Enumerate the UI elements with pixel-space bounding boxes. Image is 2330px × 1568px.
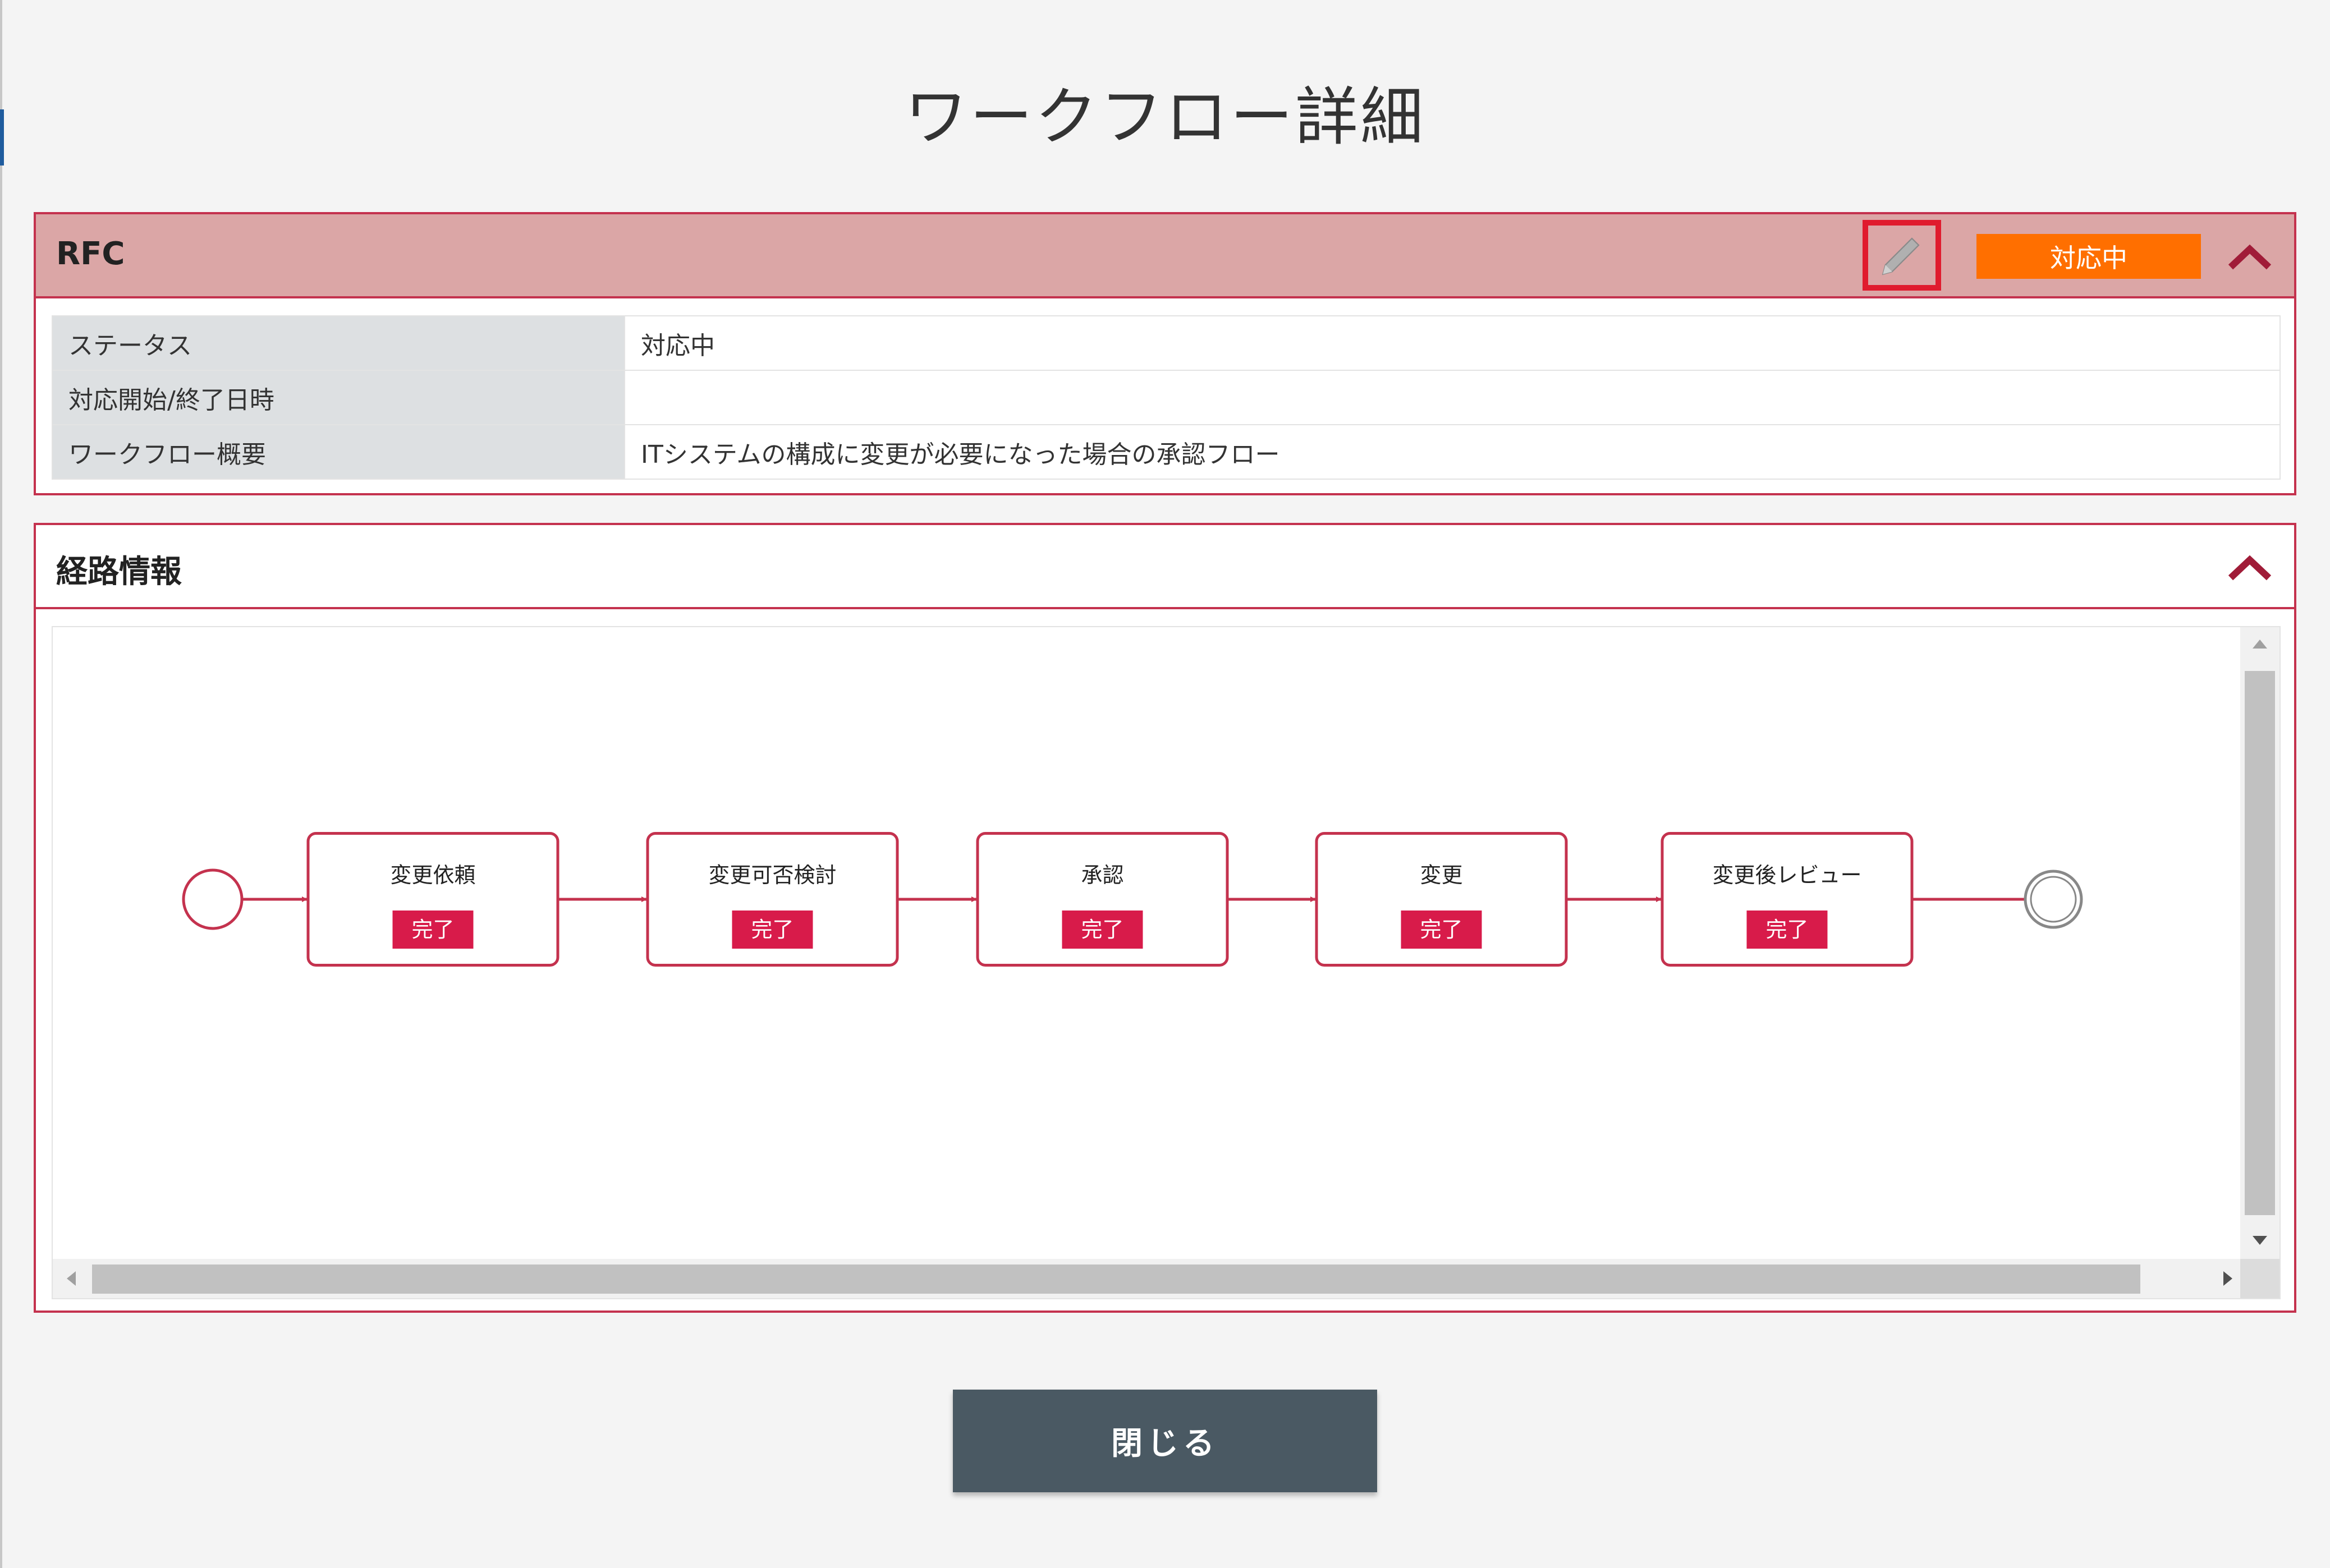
workflow-step-label: 変更依頼 — [390, 863, 475, 888]
close-button[interactable]: 閉じる — [953, 1390, 1377, 1492]
pencil-icon — [1882, 237, 1920, 275]
chevron-up-icon — [2228, 244, 2272, 270]
workflow-diagram: 変更依頼完了変更可否検討完了承認完了変更完了変更後レビュー完了 — [182, 832, 2083, 967]
step-status-label: 完了 — [411, 917, 454, 942]
vertical-scroll-thumb[interactable] — [2245, 671, 2275, 1215]
start-event — [182, 868, 244, 930]
table-row: ワークフロー概要 ITシステムの構成に変更が必要になった場合の承認フロー — [52, 424, 2281, 480]
step-status-label: 完了 — [1081, 917, 1123, 942]
rfc-panel-title: RFC — [56, 236, 125, 272]
period-key: 対応開始/終了日時 — [52, 370, 625, 425]
period-value — [624, 370, 2281, 425]
route-panel-title: 経路情報 — [56, 554, 182, 590]
table-row: 対応開始/終了日時 — [52, 370, 2281, 425]
summary-value: ITシステムの構成に変更が必要になった場合の承認フロー — [624, 424, 2281, 480]
rfc-panel: RFC 対応中 ステータス 対応中 対応開始/終了日時 ワークフロー概要 ITシ… — [34, 212, 2296, 495]
rfc-info-table: ステータス 対応中 対応開始/終了日時 ワークフロー概要 ITシステムの構成に変… — [52, 315, 2281, 480]
status-value: 対応中 — [624, 315, 2281, 371]
scroll-right-icon[interactable] — [2223, 1271, 2232, 1286]
workflow-step-label: 変更後レビュー — [1712, 863, 1861, 888]
status-badge: 対応中 — [1976, 234, 2201, 279]
rfc-collapse-button[interactable] — [2224, 234, 2275, 279]
route-panel-header: 経路情報 — [36, 525, 2294, 609]
page-title: ワークフロー詳細 — [905, 81, 1425, 154]
chevron-up-icon — [2228, 555, 2272, 581]
scrollbar-corner — [2240, 1259, 2279, 1298]
scroll-down-icon[interactable] — [2253, 1236, 2267, 1245]
step-status-label: 完了 — [1765, 917, 1808, 942]
route-collapse-button[interactable] — [2224, 545, 2275, 590]
summary-key: ワークフロー概要 — [52, 424, 625, 480]
flow-diagram-area[interactable]: 変更依頼 完了 変更可否検討 完了 承認 完了 変更 完了 変更後レビュー 完了 — [52, 626, 2281, 1299]
step-status-label: 完了 — [751, 917, 794, 942]
horizontal-scroll-thumb[interactable] — [92, 1264, 2140, 1294]
workflow-step-label: 変更可否検討 — [708, 863, 836, 888]
vertical-scrollbar[interactable] — [2240, 627, 2279, 1261]
workflow-step-label: 承認 — [1081, 863, 1123, 888]
route-panel: 経路情報 変更依頼 完了 変更可否検討 完了 承認 完了 変更 完了 変更後レビュー 完了 — [34, 523, 2296, 1313]
horizontal-scrollbar[interactable] — [53, 1259, 2241, 1298]
rfc-panel-header: RFC 対応中 — [36, 214, 2294, 298]
table-row: ステータス 対応中 — [52, 315, 2281, 371]
status-key: ステータス — [52, 315, 625, 371]
window-edge — [0, 0, 2, 1568]
scroll-up-icon[interactable] — [2253, 640, 2267, 649]
edit-button[interactable] — [1863, 220, 1941, 291]
end-event — [2024, 870, 2083, 929]
scroll-left-icon[interactable] — [67, 1271, 76, 1286]
workflow-step-label: 変更 — [1420, 863, 1462, 888]
step-status-label: 完了 — [1420, 917, 1462, 942]
